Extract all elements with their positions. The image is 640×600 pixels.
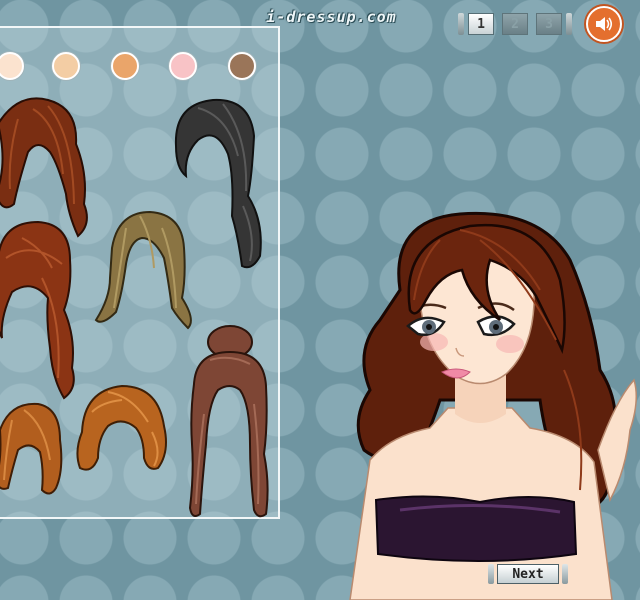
pager-right-cap: [566, 13, 572, 35]
hair-option-short-copper[interactable]: [0, 400, 66, 500]
skin-swatch-brown[interactable]: [228, 52, 256, 80]
page-selector: 1 2 3: [458, 13, 572, 35]
page-button-2[interactable]: 2: [502, 13, 528, 35]
hair-option-long-auburn-bangs[interactable]: [0, 218, 82, 403]
hair-option-bob-copper[interactable]: [72, 382, 172, 477]
next-button-label: Next: [497, 564, 559, 584]
next-button[interactable]: Next: [488, 564, 568, 584]
pager-left-cap: [458, 13, 464, 35]
skin-swatch-light[interactable]: [52, 52, 80, 80]
skin-swatch-tan[interactable]: [111, 52, 139, 80]
next-right-cap: [562, 564, 568, 584]
hair-option-updo-brown[interactable]: [180, 324, 280, 524]
speaker-icon: [596, 17, 613, 31]
avatar-blush-right: [496, 335, 524, 353]
hair-selection-panel: [0, 26, 280, 519]
dressup-avatar: [349, 211, 637, 600]
page-button-1[interactable]: 1: [468, 13, 494, 35]
skin-swatch-fair[interactable]: [0, 52, 24, 80]
page-button-3[interactable]: 3: [536, 13, 562, 35]
skin-swatch-rosy[interactable]: [169, 52, 197, 80]
sound-toggle-button[interactable]: [586, 6, 622, 42]
hair-option-straight-olive[interactable]: [92, 208, 202, 333]
site-logo[interactable]: i-dressup.com: [244, 6, 419, 28]
next-left-cap: [488, 564, 494, 584]
